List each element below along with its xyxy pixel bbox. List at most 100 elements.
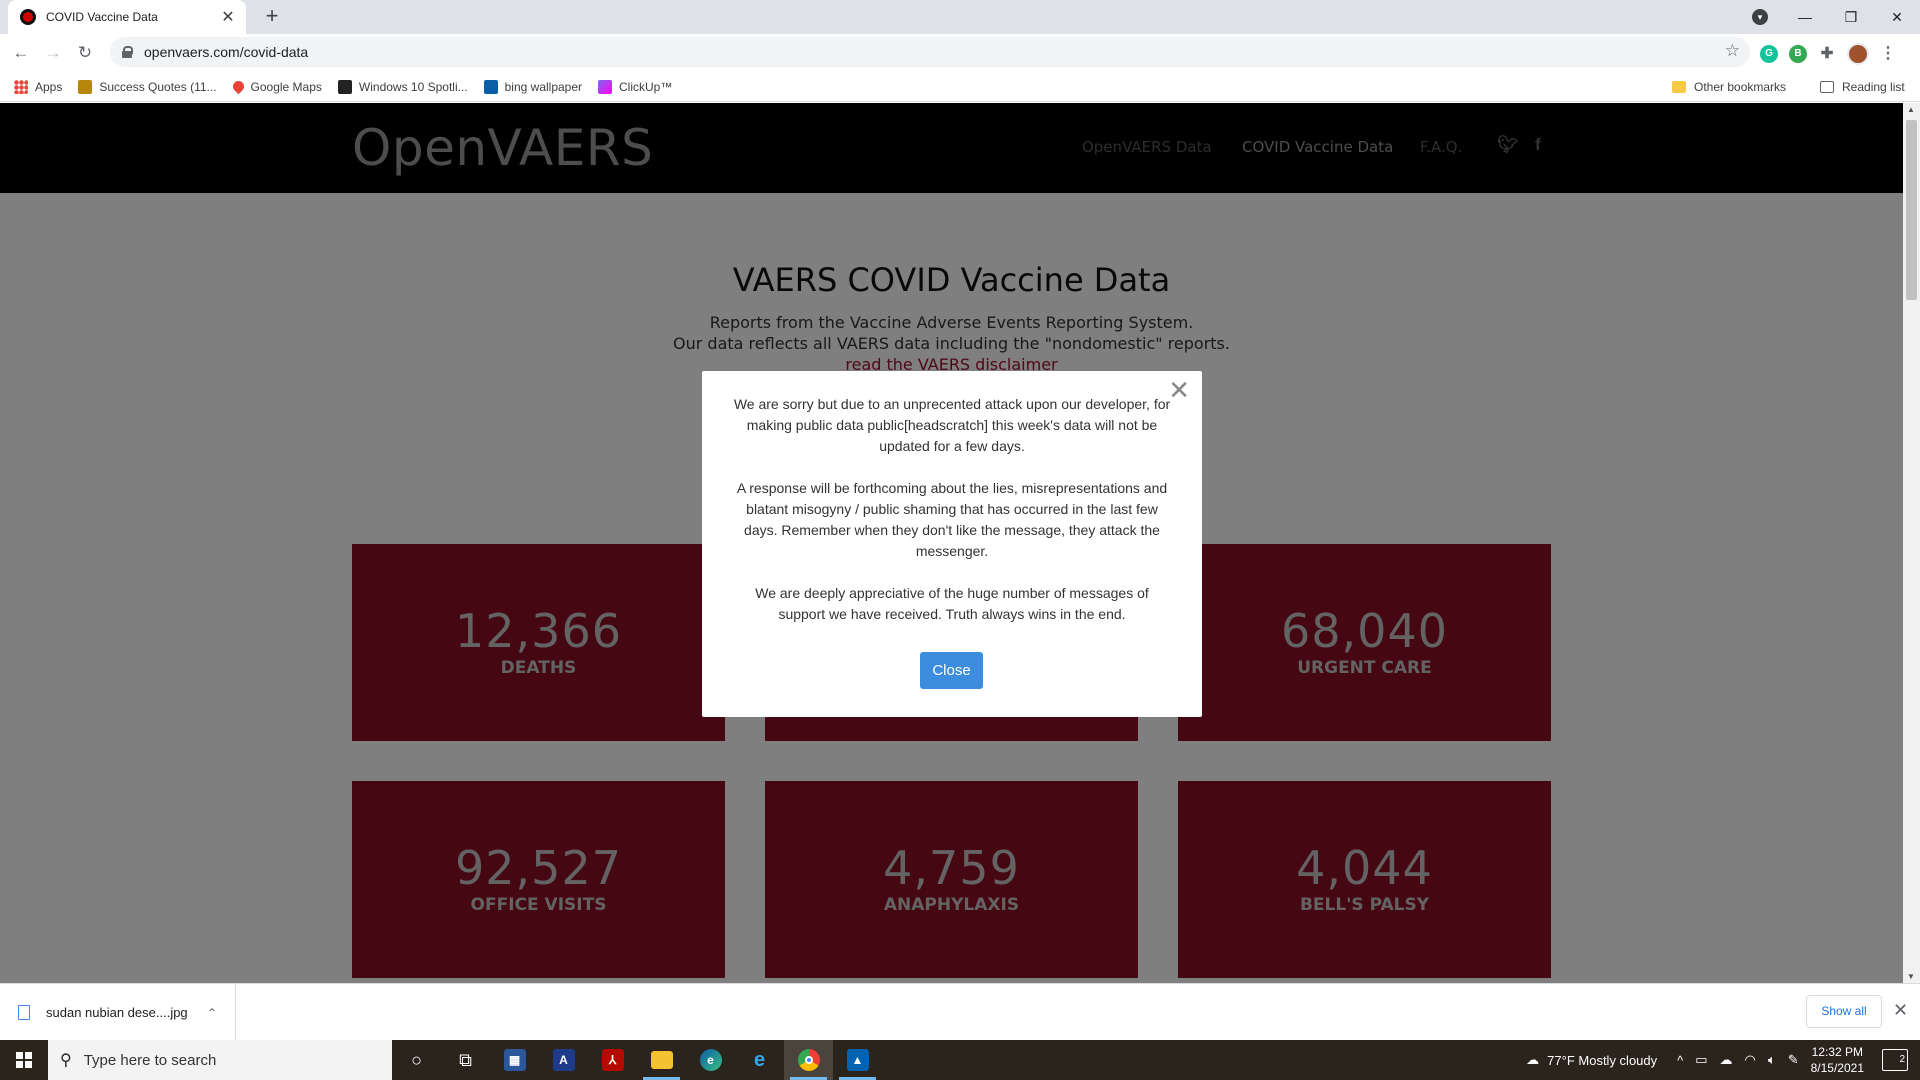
address-bar[interactable]: openvaers.com/covid-data ☆ — [110, 37, 1750, 67]
page-scrollbar[interactable]: ▲ ▼ — [1903, 103, 1920, 983]
bookmark-label: Success Quotes (11... — [99, 79, 217, 94]
chevron-up-icon[interactable]: ^ — [1677, 1053, 1683, 1068]
extension-icon[interactable]: B — [1789, 45, 1807, 63]
grammarly-extension-icon[interactable]: G — [1760, 45, 1778, 63]
browser-toolbar: ← → ↻ openvaers.com/covid-data ☆ G B ✚ ⋮ — [0, 34, 1920, 72]
taskbar-clock[interactable]: 12:32 PM 8/15/2021 — [1811, 1044, 1864, 1076]
forward-arrow-icon[interactable]: → — [42, 42, 64, 64]
scroll-up-arrow-icon[interactable]: ▲ — [1907, 105, 1915, 114]
folder-icon — [1672, 81, 1686, 93]
windows-logo-icon — [16, 1052, 32, 1068]
bookmark-google-maps[interactable]: Google Maps — [230, 78, 322, 95]
other-bookmarks[interactable]: Other bookmarks — [1672, 72, 1786, 102]
bookmark-label: bing wallpaper — [504, 79, 583, 94]
system-tray: ☁ 77°F Mostly cloudy ^ ▭ ☁ ◠ 🔈︎ ✎ 12:32 … — [1526, 1040, 1920, 1080]
scroll-down-arrow-icon[interactable]: ▼ — [1907, 972, 1915, 981]
onedrive-cloud-icon[interactable]: ☁ — [1720, 1052, 1733, 1068]
cortana-icon[interactable]: ○ — [392, 1040, 441, 1080]
wifi-icon[interactable]: ◠ — [1745, 1052, 1756, 1068]
calculator-app-icon[interactable]: ▦ — [490, 1040, 539, 1080]
calculator-icon: ▦ — [503, 1049, 526, 1071]
close-tab-icon[interactable]: ✕ — [220, 7, 236, 27]
bookmark-bing-wallpaper[interactable]: bing wallpaper — [483, 79, 583, 94]
search-icon: ⚲ — [60, 1052, 72, 1069]
bookmark-label: Windows 10 Spotli... — [358, 79, 468, 94]
minimize-icon[interactable]: — — [1782, 9, 1828, 25]
start-button[interactable] — [0, 1040, 48, 1080]
task-view-icon[interactable]: ⧉ — [441, 1040, 490, 1080]
pen-icon[interactable]: ✎ — [1788, 1052, 1799, 1068]
profile-avatar[interactable] — [1847, 43, 1869, 65]
tab-search-icon[interactable]: ▾ — [1752, 9, 1768, 25]
tab-strip: COVID Vaccine Data ✕ + ▾ — ❐ ✕ — [0, 0, 1920, 34]
reading-list[interactable]: Reading list — [1820, 72, 1905, 102]
bookmark-label: ClickUp™ — [619, 79, 673, 94]
browser-tab[interactable]: COVID Vaccine Data ✕ — [8, 0, 246, 34]
acrobat-icon: ⅄ — [601, 1049, 624, 1071]
taskbar-search-placeholder: Type here to search — [83, 1051, 217, 1069]
bookmarks-bar: Apps Success Quotes (11... Google Maps W… — [0, 72, 1920, 102]
lock-icon[interactable] — [122, 46, 133, 58]
notification-center-icon[interactable]: 2 — [1882, 1049, 1908, 1071]
ie-icon: e — [753, 1048, 766, 1071]
new-tab-button[interactable]: + — [260, 4, 284, 28]
internet-explorer-app-icon[interactable]: e — [735, 1040, 784, 1080]
windows-spotlight-icon — [337, 79, 352, 94]
success-quotes-icon — [78, 79, 93, 94]
folder-icon — [650, 1051, 673, 1069]
weather-text[interactable]: 77°F Mostly cloudy — [1547, 1053, 1657, 1068]
download-file-name[interactable]: sudan nubian dese....jpg — [46, 1005, 207, 1020]
file-explorer-app-icon[interactable] — [637, 1040, 686, 1080]
download-bar: sudan nubian dese....jpg ⌃ Show all ✕ — [0, 983, 1920, 1041]
modal-close-button[interactable]: Close — [920, 652, 983, 689]
chrome-app-icon[interactable] — [784, 1040, 833, 1080]
clock-time: 12:32 PM — [1811, 1045, 1863, 1059]
bookmark-star-icon[interactable]: ☆ — [1725, 41, 1740, 61]
close-window-icon[interactable]: ✕ — [1874, 9, 1920, 26]
show-all-downloads-button[interactable]: Show all — [1806, 995, 1882, 1028]
url-text[interactable]: openvaers.com/covid-data — [144, 44, 308, 60]
site-favicon-icon — [20, 9, 36, 25]
bing-icon — [483, 79, 498, 94]
bookmark-label: Apps — [35, 79, 63, 94]
acrobat-app-icon[interactable]: ⅄ — [588, 1040, 637, 1080]
taskbar-search-box[interactable]: ⚲ Type here to search — [48, 1040, 392, 1080]
reading-list-label: Reading list — [1842, 80, 1905, 94]
page-viewport: OpenVAERS OpenVAERS Data COVID Vaccine D… — [0, 103, 1903, 983]
edge-icon: e — [699, 1049, 722, 1071]
restore-icon[interactable]: ❐ — [1828, 9, 1874, 26]
edge-app-icon[interactable]: e — [686, 1040, 735, 1080]
a-app-icon: A — [552, 1049, 575, 1071]
close-download-bar-icon[interactable]: ✕ — [1893, 1000, 1908, 1021]
bookmark-apps[interactable]: Apps — [14, 79, 63, 94]
chevron-up-icon[interactable]: ⌃ — [207, 1006, 217, 1020]
extensions-area: G B ✚ ⋮ — [1760, 43, 1896, 65]
weather-cloud-icon[interactable]: ☁ — [1526, 1052, 1539, 1068]
window-controls: — ❐ ✕ — [1782, 0, 1920, 34]
reload-icon[interactable]: ↻ — [74, 42, 96, 64]
clock-date: 8/15/2021 — [1810, 1061, 1864, 1075]
scroll-thumb[interactable] — [1906, 120, 1917, 300]
app-a-icon[interactable]: A — [539, 1040, 588, 1080]
download-item[interactable]: sudan nubian dese....jpg ⌃ — [18, 984, 236, 1041]
photos-app-icon[interactable]: ▲ — [833, 1040, 882, 1080]
bookmark-success-quotes[interactable]: Success Quotes (11... — [78, 79, 217, 94]
apps-grid-icon — [14, 79, 28, 94]
volume-icon[interactable]: 🔈︎ — [1768, 1052, 1776, 1068]
extensions-puzzle-icon[interactable]: ✚ — [1818, 45, 1836, 63]
clickup-icon — [598, 79, 613, 94]
modal-paragraph: A response will be forthcoming about the… — [736, 480, 1168, 559]
bookmark-clickup[interactable]: ClickUp™ — [598, 79, 673, 94]
image-file-icon — [18, 1005, 30, 1020]
modal-paragraph: We are deeply appreciative of the huge n… — [755, 585, 1149, 622]
modal-paragraph: We are sorry but due to an unprecented a… — [733, 396, 1171, 454]
windows-taskbar: ⚲ Type here to search ○ ⧉ ▦ A ⅄ e e ▲ ☁ … — [0, 1040, 1920, 1080]
battery-icon[interactable]: ▭ — [1695, 1052, 1707, 1068]
notice-modal: ✕ We are sorry but due to an unprecented… — [702, 371, 1202, 717]
back-arrow-icon[interactable]: ← — [10, 42, 32, 64]
bookmark-windows-spotlight[interactable]: Windows 10 Spotli... — [337, 79, 468, 94]
other-bookmarks-label: Other bookmarks — [1694, 80, 1787, 94]
google-maps-pin-icon — [230, 78, 246, 95]
reading-list-icon — [1820, 81, 1834, 93]
browser-menu-icon[interactable]: ⋮ — [1880, 45, 1896, 63]
